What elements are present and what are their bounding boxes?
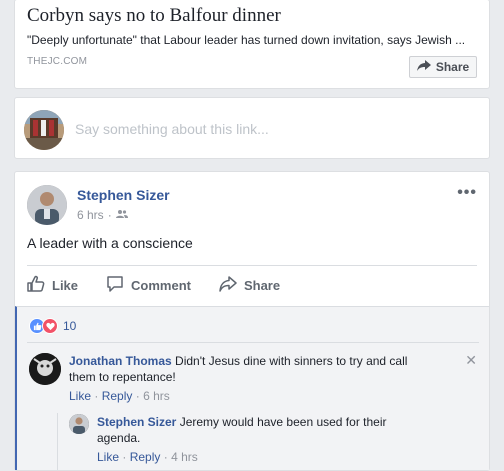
share-arrow-icon [219,276,237,295]
reply-thread-line [57,413,58,470]
comment-item: Jonathan Thomas Didn't Jesus dine with s… [69,353,469,404]
reply-text-continued: agenda. [97,431,141,445]
speech-bubble-icon [106,275,124,296]
reply-item: Stephen Sizer Jeremy would have been use… [97,414,467,465]
like-button[interactable]: Like [27,275,78,296]
comment-button[interactable]: Comment [106,275,191,296]
divider [27,342,479,343]
link-title[interactable]: Corbyn says no to Balfour dinner [27,5,281,27]
comment-like-link[interactable]: Like [69,389,91,403]
share-post-button[interactable]: Share [219,276,280,295]
post-author[interactable]: Stephen Sizer [77,187,170,203]
avatar [24,110,64,150]
avatar[interactable] [29,353,61,385]
comment-input[interactable]: Say something about this link... [75,121,269,137]
comment-text: Didn't Jesus dine with sinners to try an… [175,354,408,368]
reply-time[interactable]: 4 hrs [171,450,198,464]
reply-actions: Like · Reply · 4 hrs [97,450,198,464]
avatar[interactable] [69,414,89,434]
post-actions: Like Comment Share [27,265,477,305]
share-post-button-label: Share [243,278,281,293]
share-arrow-icon [416,60,431,74]
reply-like-link[interactable]: Like [97,450,119,464]
comment-button-label: Comment [131,278,191,293]
like-button-label: Like [52,278,79,293]
comment-text-continued: them to repentance! [69,370,176,384]
post-card: Stephen Sizer 6 hrs · ••• A leader with … [14,171,490,471]
comment-author[interactable]: Jonathan Thomas [69,354,172,368]
comment-composer[interactable]: Say something about this link... [14,97,490,159]
link-description: "Deeply unfortunate" that Labour leader … [27,33,466,47]
friends-icon[interactable] [115,208,128,222]
comment-actions: Like · Reply · 6 hrs [69,389,170,403]
link-preview-card[interactable]: Corbyn says no to Balfour dinner "Deeply… [14,0,490,89]
post-time[interactable]: 6 hrs [77,208,104,222]
reactions-summary[interactable]: 10 [29,318,76,334]
reaction-count: 10 [63,319,77,333]
comment-time[interactable]: 6 hrs [143,389,170,403]
close-icon[interactable]: ✕ [465,352,477,369]
more-options-button[interactable]: ••• [457,184,477,202]
comments-section: 10 Jonathan Thomas Didn't Jesus dine wit… [15,306,489,470]
thumbs-up-icon [27,275,45,296]
share-button[interactable]: Share [409,56,477,78]
reply-text: Jeremy would have been used for their [179,415,387,429]
reply-reply-link[interactable]: Reply [130,450,161,464]
link-domain: THEJC.COM [27,56,88,67]
avatar[interactable] [27,185,67,225]
share-button-label: Share [435,60,470,74]
comment-reply-link[interactable]: Reply [102,389,133,403]
post-text: A leader with a conscience [27,235,193,251]
heart-reaction-icon [42,318,58,334]
reply-author[interactable]: Stephen Sizer [97,415,176,429]
post-meta: 6 hrs · [77,208,128,222]
